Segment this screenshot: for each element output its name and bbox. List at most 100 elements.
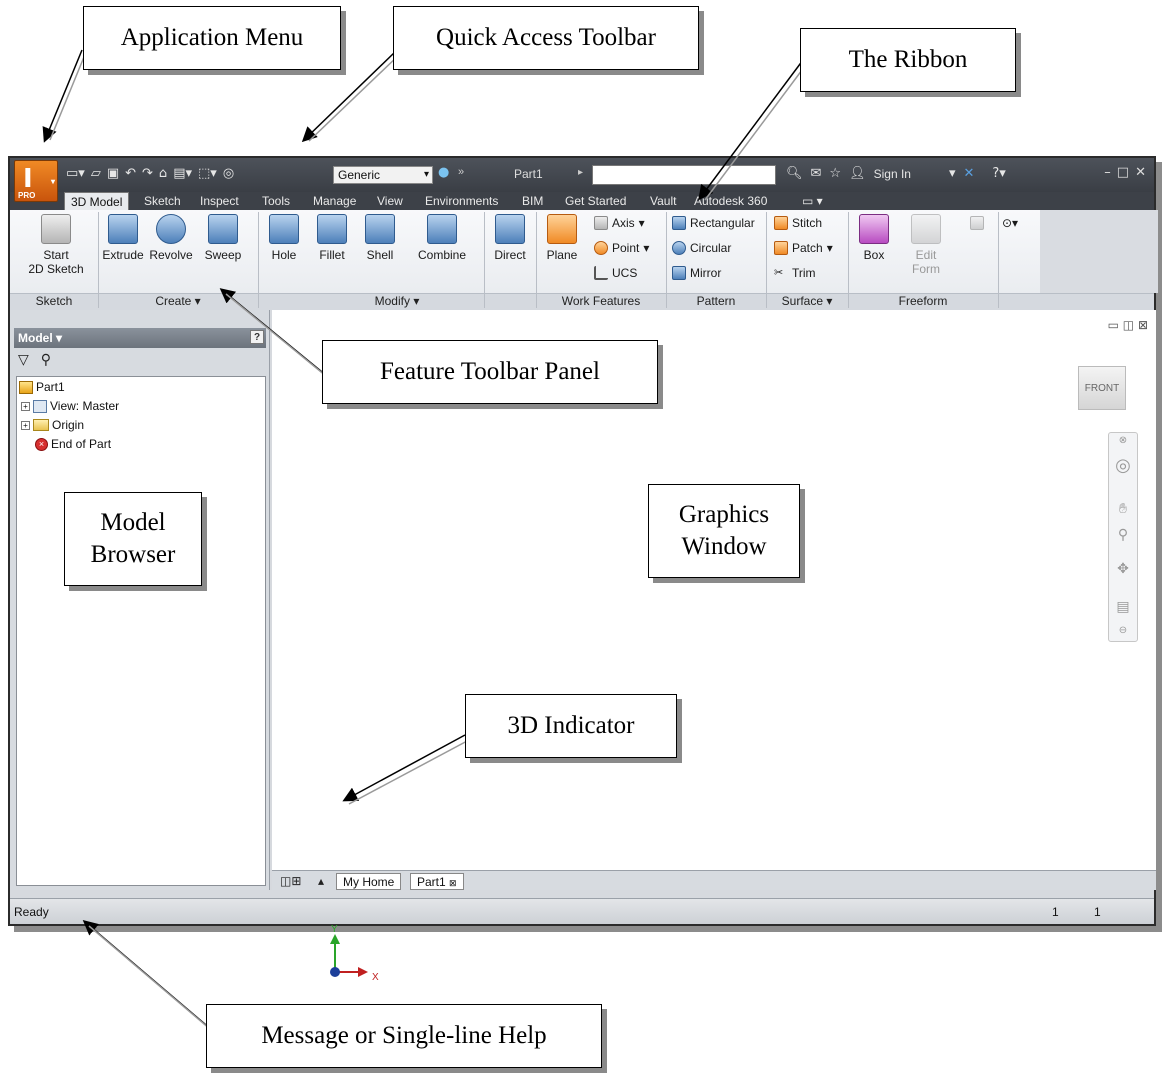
patch-button[interactable]: Patch ▾ [774, 241, 833, 255]
panel-label-create[interactable]: Create ▾ [98, 294, 258, 309]
open-icon[interactable]: ▱ [91, 166, 101, 181]
panel-label-pattern[interactable]: Pattern [666, 294, 766, 309]
plane-button[interactable]: Plane [540, 214, 584, 262]
find-icon[interactable]: ⚲ [41, 352, 51, 368]
shell-button[interactable]: Shell [358, 214, 402, 262]
ribbon: Start 2D Sketch Sketch Extrude Revolve S… [10, 210, 1158, 310]
subscription-icon[interactable]: ✉ [811, 166, 822, 181]
save-icon[interactable]: ▣ [107, 166, 119, 181]
sweep-button[interactable]: Sweep [200, 214, 246, 262]
button-label: Shell [366, 248, 394, 262]
browser-toolbar: ▽ ⚲ [18, 352, 51, 368]
expand-icon[interactable]: + [21, 401, 30, 411]
undo-icon[interactable]: ↶ [125, 166, 136, 181]
freeform-extra-button[interactable] [970, 216, 984, 230]
redo-icon[interactable]: ↷ [142, 166, 153, 181]
freeform-options-button[interactable]: ⊙▾ [1002, 216, 1018, 230]
panel-label-modify[interactable]: Modify ▾ [258, 294, 536, 309]
tab-part1[interactable]: Part1 ⊠ [410, 873, 464, 890]
point-button[interactable]: Point ▾ [594, 241, 649, 255]
button-label: Edit [915, 248, 937, 262]
hole-button[interactable]: Hole [262, 214, 306, 262]
tab-menu-icon[interactable]: ▴ [318, 873, 324, 890]
new-icon[interactable]: ▭▾ [66, 166, 85, 181]
close-icon[interactable]: ⊗ [1109, 435, 1137, 446]
trim-button[interactable]: ✂ Trim [774, 266, 816, 280]
sign-in-link[interactable]: Sign In [874, 167, 911, 181]
tree-item-end-of-part[interactable]: × End of Part [35, 437, 111, 451]
tab-tools[interactable]: Tools [262, 192, 290, 210]
axis-button[interactable]: Axis ▾ [594, 216, 645, 230]
tab-manage[interactable]: Manage [313, 192, 356, 210]
minimize-icon[interactable]: – [1104, 165, 1111, 180]
rectangular-pattern-button[interactable]: Rectangular [672, 216, 755, 230]
search-input[interactable] [592, 165, 776, 185]
tab-my-home[interactable]: My Home [336, 873, 402, 890]
application-menu-button[interactable]: I ▾ PRO [14, 160, 58, 202]
window-arrange-icon[interactable]: ◫⊞ [280, 873, 301, 890]
material-select[interactable]: Generic ▾ [333, 166, 433, 184]
chevron-down-icon[interactable]: ▾ [949, 166, 956, 181]
direct-button[interactable]: Direct [488, 214, 532, 262]
tab-get-started[interactable]: Get Started [565, 192, 626, 210]
filter-icon[interactable]: ▽ [18, 352, 29, 368]
revolve-button[interactable]: Revolve [148, 214, 194, 262]
look-at-icon[interactable]: ▤ [1109, 599, 1137, 615]
star-icon[interactable]: ☆ [829, 166, 841, 181]
ucs-button[interactable]: UCS [594, 266, 637, 280]
tree-item-origin[interactable]: + Origin [21, 418, 84, 432]
tab-autodesk-360[interactable]: Autodesk 360 [694, 192, 767, 210]
select-icon[interactable]: ⬚▾ [198, 166, 217, 181]
mirror-button[interactable]: Mirror [672, 266, 721, 280]
tree-label: Origin [52, 418, 85, 432]
tree-item-view[interactable]: + View: Master [21, 399, 119, 413]
sketch-icon [41, 214, 71, 244]
options-icon[interactable]: ⊖ [1109, 625, 1137, 636]
start-2d-sketch-button[interactable]: Start 2D Sketch [20, 214, 92, 276]
close-icon[interactable]: ⊠ [449, 878, 457, 888]
tab-3d-model[interactable]: 3D Model [64, 192, 130, 210]
orbit-icon[interactable]: ✥ [1109, 561, 1137, 577]
zoom-icon[interactable]: ⚲ [1109, 527, 1137, 543]
tab-vault[interactable]: Vault [650, 192, 676, 210]
tree-item-part[interactable]: Part1 [19, 380, 65, 394]
graphics-window-controls[interactable]: ▭ ◫ ⊠ [1108, 318, 1148, 332]
box-button[interactable]: Box [852, 214, 896, 262]
panel-label-sketch[interactable]: Sketch [10, 294, 98, 309]
tab-bim[interactable]: BIM [522, 192, 543, 210]
close-icon[interactable]: ✕ [1135, 165, 1146, 180]
stitch-button[interactable]: Stitch [774, 216, 822, 230]
maximize-icon[interactable]: □ [1117, 165, 1129, 180]
shell-icon [365, 214, 395, 244]
tab-inspect[interactable]: Inspect [200, 192, 239, 210]
exchange-icon[interactable]: ✕ [963, 166, 974, 181]
extrude-button[interactable]: Extrude [100, 214, 146, 262]
appearance-icon[interactable]: ◎ [223, 166, 234, 181]
panel-label-surface[interactable]: Surface ▾ [766, 294, 848, 309]
tab-environments[interactable]: Environments [425, 192, 498, 210]
chevron-down-icon: ▾ [826, 241, 833, 255]
expand-icon[interactable]: + [21, 420, 30, 430]
panel-label-work-features[interactable]: Work Features [536, 294, 666, 309]
color-wheel-icon[interactable]: ● [438, 165, 449, 180]
panel-label-freeform[interactable]: Freeform [848, 294, 998, 309]
more-icon[interactable]: » [458, 166, 464, 178]
fillet-button[interactable]: Fillet [310, 214, 354, 262]
circular-pattern-button[interactable]: Circular [672, 241, 731, 255]
point-icon [594, 241, 608, 255]
pan-icon[interactable]: ✋︎ [1109, 501, 1137, 517]
panel-toggle-icon[interactable]: ▭ ▾ [802, 192, 823, 210]
edit-form-button[interactable]: Edit Form [904, 214, 948, 276]
help-icon[interactable]: ? [250, 330, 264, 344]
tab-view[interactable]: View [377, 192, 403, 210]
search-icon[interactable]: 🔍︎ [786, 166, 803, 181]
update-icon[interactable]: ▤▾ [173, 166, 192, 181]
help-icon[interactable]: ?▾ [992, 166, 1005, 181]
tab-sketch[interactable]: Sketch [144, 192, 181, 210]
combine-button[interactable]: Combine [412, 214, 472, 262]
viewcube[interactable]: FRONT [1078, 366, 1126, 410]
browser-header[interactable]: Model ▾ ? [14, 328, 266, 348]
home-icon[interactable]: ⌂ [159, 166, 167, 181]
extrude-icon [108, 214, 138, 244]
steering-wheel-icon[interactable]: ◎ [1109, 455, 1137, 476]
